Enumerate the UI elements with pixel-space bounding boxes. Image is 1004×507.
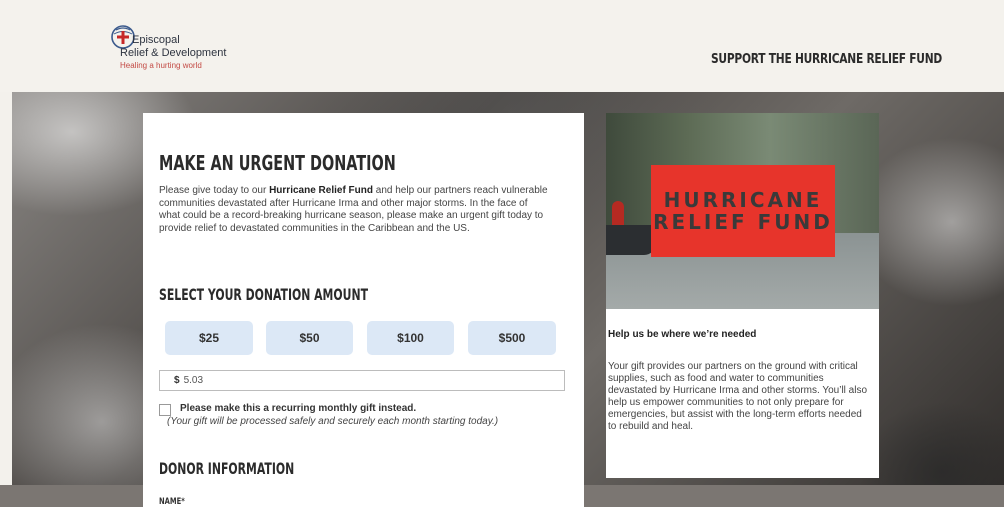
recurring-checkbox[interactable]: [159, 404, 171, 416]
rescuer-figure: [612, 201, 624, 227]
hurricane-photo: HURRICANE RELIEF FUND: [606, 113, 879, 309]
intro-text-pre: Please give today to our: [159, 185, 270, 196]
form-intro: Please give today to our Hurricane Relie…: [159, 185, 549, 235]
amount-button-50[interactable]: $50: [266, 321, 353, 355]
banner-line2: RELIEF FUND: [653, 210, 833, 234]
amount-section-title: SELECT YOUR DONATION AMOUNT: [159, 285, 369, 304]
info-text: Your gift provides our partners on the g…: [608, 361, 868, 432]
other-amount-value: 5.03: [183, 375, 204, 386]
recurring-label[interactable]: Please make this a recurring monthly gif…: [180, 403, 416, 414]
banner-line1: HURRICANE: [663, 188, 823, 212]
currency-symbol: $: [174, 375, 180, 386]
rescue-boat: [606, 225, 656, 255]
intro-text-bold: Hurricane Relief Fund: [269, 185, 373, 196]
recurring-note: (Your gift will be processed safely and …: [167, 416, 499, 427]
info-card: HURRICANE RELIEF FUND Help us be where w…: [606, 113, 879, 478]
amount-button-500[interactable]: $500: [468, 321, 556, 355]
donor-section-title: DONOR INFORMATION: [159, 459, 295, 478]
site-header: Episcopal Relief & Development Healing a…: [0, 0, 1004, 92]
org-name-line2: Relief & Development: [120, 47, 227, 59]
info-heading: Help us be where we’re needed: [608, 329, 757, 340]
form-title: MAKE AN URGENT DONATION: [159, 151, 396, 175]
donation-form-card: MAKE AN URGENT DONATION Please give toda…: [143, 113, 584, 507]
relief-fund-banner: HURRICANE RELIEF FUND: [651, 165, 835, 257]
name-field-label: NAME*: [159, 497, 185, 507]
org-name-line1: Episcopal: [132, 34, 180, 46]
org-tagline: Healing a hurting world: [120, 61, 202, 70]
header-title: SUPPORT THE HURRICANE RELIEF FUND: [711, 52, 942, 67]
other-amount-input[interactable]: $ 5.03: [159, 370, 565, 391]
amount-button-25[interactable]: $25: [165, 321, 253, 355]
amount-button-100[interactable]: $100: [367, 321, 454, 355]
